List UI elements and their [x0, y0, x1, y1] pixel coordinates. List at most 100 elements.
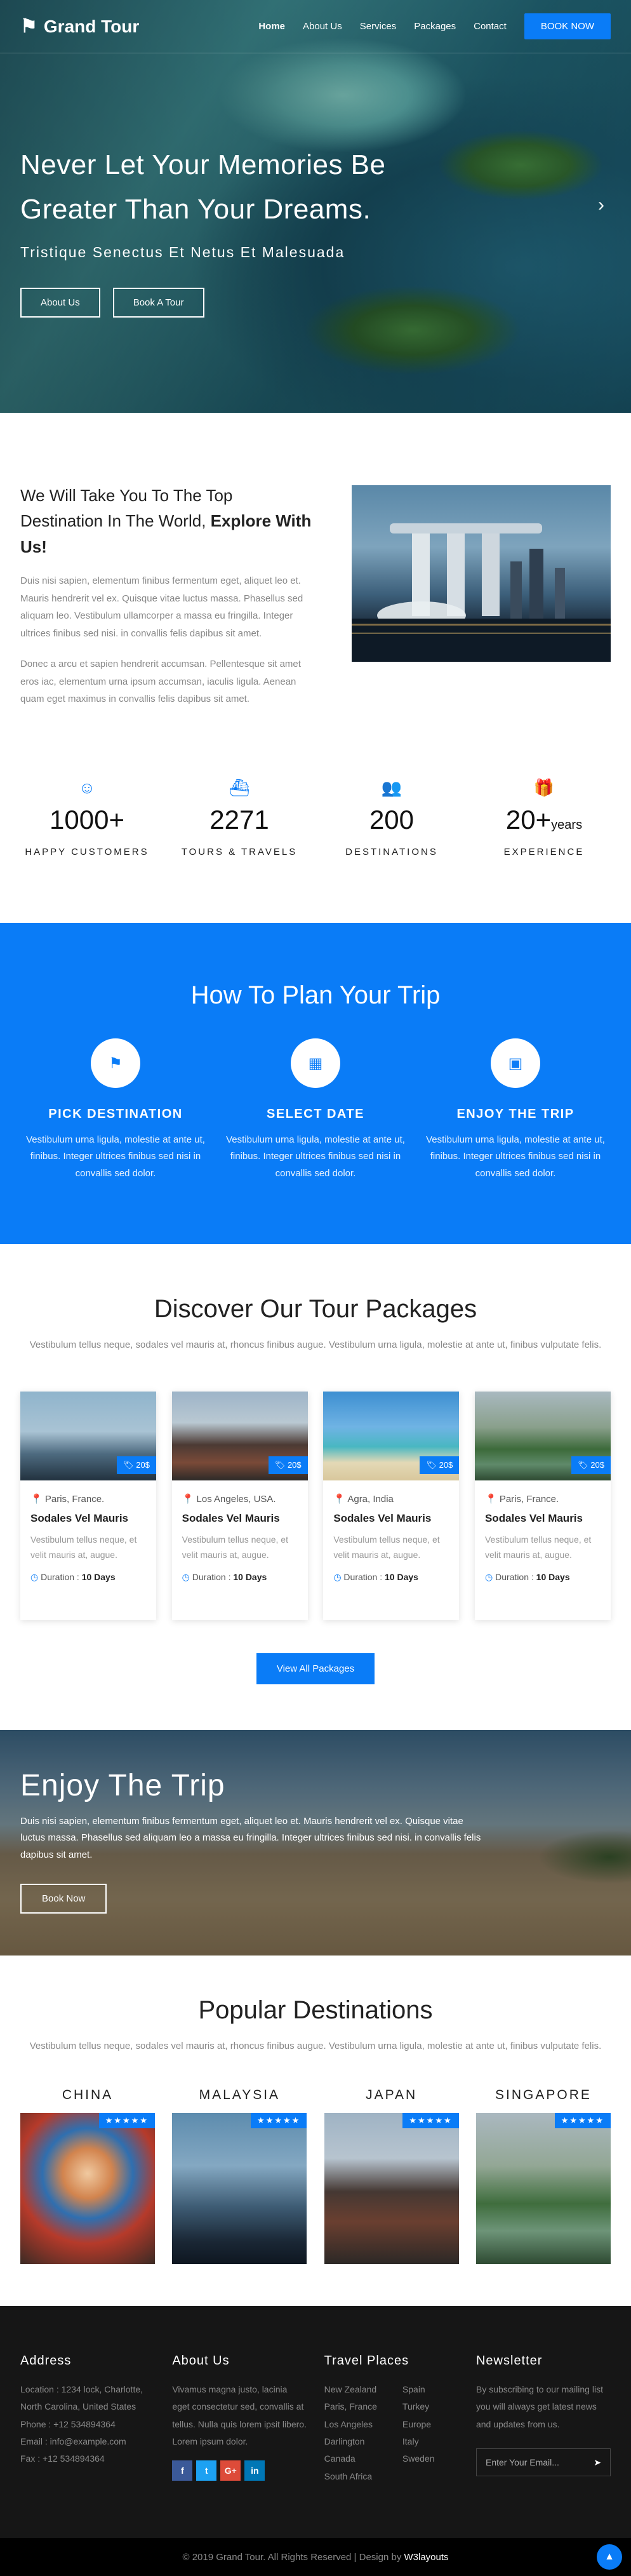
step-enjoy-trip: ▣ ENJOY THE TRIP Vestibulum urna ligula,…	[420, 1038, 611, 1182]
package-card[interactable]: 🏷 20$ 📍 Paris, France. Sodales Vel Mauri…	[20, 1392, 156, 1620]
view-all-packages-button[interactable]: View All Packages	[256, 1653, 375, 1685]
place-link[interactable]: South Africa	[324, 2468, 377, 2485]
place-link[interactable]: Turkey	[402, 2398, 435, 2415]
stat-value: 1000+	[20, 805, 154, 835]
place-link[interactable]: Darlington	[324, 2433, 377, 2450]
nav-link-about[interactable]: About Us	[303, 21, 342, 32]
nav-link-contact[interactable]: Contact	[474, 21, 507, 32]
send-icon[interactable]: ➤	[594, 2457, 601, 2468]
place-link[interactable]: Italy	[402, 2433, 435, 2450]
package-body: 📍 Los Angeles, USA. Sodales Vel Mauris V…	[172, 1480, 308, 1595]
price-value: 20$	[590, 1460, 604, 1470]
newsletter-email-input[interactable]: Enter Your Email... ➤	[475, 2448, 611, 2477]
nav-link-packages[interactable]: Packages	[414, 21, 456, 32]
footer-about-text: Vivamus magna justo, lacinia eget consec…	[172, 2384, 307, 2447]
stat-number: 2271	[209, 805, 269, 835]
ship-icon: ⛴	[229, 778, 250, 798]
package-duration: ◷ Duration : 10 Days	[333, 1572, 449, 1583]
hero-banner: ⚑ Grand Tour Home About Us Services Pack…	[0, 0, 631, 413]
package-card[interactable]: 🏷 20$ 📍 Los Angeles, USA. Sodales Vel Ma…	[171, 1392, 308, 1620]
step-title: ENJOY THE TRIP	[456, 1107, 575, 1122]
book-tour-button[interactable]: Book A Tour	[112, 287, 204, 318]
clock-icon: ◷	[484, 1571, 496, 1582]
calendar-icon: ▦	[291, 1038, 340, 1089]
stats-row: ☺ 1000+ HAPPY CUSTOMERS ⛴ 2271 TOURS & T…	[0, 708, 631, 857]
package-card[interactable]: 🏷 20$ 📍 Paris, France. Sodales Vel Mauri…	[474, 1392, 611, 1620]
destination-card[interactable]: MALAYSIA ★★★★★	[172, 2088, 307, 2265]
package-title[interactable]: Sodales Vel Mauris	[30, 1512, 146, 1525]
package-duration: ◷ Duration : 10 Days	[30, 1572, 146, 1583]
footer-heading: Travel Places	[324, 2354, 409, 2368]
tag-icon: 🏷	[274, 1460, 288, 1470]
packages-title: Discover Our Tour Packages	[154, 1295, 477, 1324]
package-title[interactable]: Sodales Vel Mauris	[182, 1512, 298, 1525]
price-value: 20$	[439, 1460, 453, 1470]
scroll-to-top-icon[interactable]: ▲	[597, 2544, 622, 2570]
package-card[interactable]: 🏷 20$ 📍 Agra, India Sodales Vel Mauris V…	[323, 1392, 460, 1620]
plan-title: How To Plan Your Trip	[190, 981, 441, 1010]
copyright-bar: © 2019 Grand Tour. All Rights Reserved |…	[0, 2538, 631, 2576]
package-title[interactable]: Sodales Vel Mauris	[485, 1512, 601, 1525]
fax-text: Fax : +12 534894364	[20, 2453, 105, 2464]
destination-card[interactable]: SINGAPORE ★★★★★	[475, 2088, 611, 2265]
enjoy-text: Duis nisi sapien, elementum finibus ferm…	[20, 1816, 481, 1860]
destination-name: JAPAN	[366, 2088, 418, 2103]
email-placeholder: Enter Your Email...	[485, 2457, 559, 2468]
footer-address: Address Location : 1234 lock, Charlotte,…	[20, 2354, 155, 2538]
designer-link[interactable]: W3layouts	[404, 2552, 449, 2563]
facebook-icon[interactable]: f	[172, 2460, 193, 2481]
brand-name: Grand Tour	[43, 16, 140, 36]
about-section: We Will Take You To The Top Destination …	[0, 413, 631, 708]
package-body: 📍 Paris, France. Sodales Vel Mauris Vest…	[475, 1480, 611, 1595]
destination-image: ★★★★★	[475, 2113, 611, 2265]
map-pin-icon: 📍	[30, 1494, 45, 1505]
google-plus-icon[interactable]: G+	[220, 2460, 241, 2481]
about-us-button[interactable]: About Us	[20, 287, 100, 318]
location-text: Los Angeles, USA.	[196, 1494, 276, 1505]
brand-logo[interactable]: ⚑ Grand Tour	[20, 15, 139, 37]
plan-trip-section: How To Plan Your Trip ⚑ PICK DESTINATION…	[0, 923, 631, 1245]
book-now-outline-button[interactable]: Book Now	[20, 1883, 107, 1914]
nav-link-services[interactable]: Services	[360, 21, 397, 32]
next-slide-arrow-icon[interactable]: ›	[598, 194, 604, 216]
twitter-icon[interactable]: t	[196, 2460, 217, 2481]
place-link[interactable]: Paris, France	[324, 2398, 377, 2415]
package-image: 🏷 20$	[474, 1392, 611, 1481]
book-now-button[interactable]: BOOK NOW	[524, 13, 611, 39]
linkedin-icon[interactable]: in	[244, 2460, 265, 2481]
packages-section: Discover Our Tour Packages Vestibulum te…	[0, 1244, 631, 1685]
users-icon: 👥	[381, 778, 402, 798]
place-link[interactable]: Spain	[402, 2381, 435, 2398]
price-badge: 🏷 20$	[117, 1456, 156, 1475]
package-title[interactable]: Sodales Vel Mauris	[333, 1512, 449, 1525]
package-location: 📍 Paris, France.	[485, 1493, 601, 1505]
address-text: Location : 1234 lock, Charlotte, North C…	[20, 2384, 143, 2412]
destination-card[interactable]: JAPAN ★★★★★	[324, 2088, 459, 2265]
clock-icon: ◷	[333, 1571, 344, 1582]
popular-title: Popular Destinations	[198, 1996, 433, 2025]
nav-link-home[interactable]: Home	[258, 21, 285, 32]
place-link[interactable]: Europe	[402, 2416, 435, 2433]
place-link[interactable]: Sweden	[402, 2450, 435, 2467]
package-duration: ◷ Duration : 10 Days	[485, 1572, 601, 1583]
enjoy-banner: Enjoy The Trip Duis nisi sapien, element…	[0, 1730, 631, 1956]
duration-label: Duration :	[343, 1571, 383, 1582]
destination-card[interactable]: CHINA ★★★★★	[20, 2088, 155, 2265]
destination-list: CHINA ★★★★★ MALAYSIA ★★★★★ JAPAN ★★★★★ S…	[20, 2088, 611, 2265]
stat-value: 2271	[173, 805, 306, 835]
tag-icon: 🏷	[426, 1460, 439, 1470]
about-heading-text: We Will Take You To The Top Destination …	[20, 486, 233, 531]
stat-happy-customers: ☺ 1000+ HAPPY CUSTOMERS	[20, 778, 154, 857]
email-text[interactable]: Email : info@example.com	[20, 2433, 155, 2450]
hero-title-line-2: Greater Than Your Dreams.	[20, 194, 371, 225]
top-nav: ⚑ Grand Tour Home About Us Services Pack…	[0, 0, 631, 53]
rating-stars: ★★★★★	[251, 2113, 307, 2129]
place-link[interactable]: Canada	[324, 2450, 377, 2467]
stat-destinations: 👥 200 DESTINATIONS	[325, 778, 458, 857]
place-link[interactable]: Los Angeles	[324, 2416, 377, 2433]
step-text: Vestibulum urna ligula, molestie at ante…	[26, 1134, 205, 1179]
package-text: Vestibulum tellus neque, et velit mauris…	[30, 1534, 137, 1560]
footer-travel-places: Travel Places New Zealand Paris, France …	[324, 2354, 459, 2538]
place-link[interactable]: New Zealand	[324, 2381, 377, 2398]
rating-stars: ★★★★★	[98, 2113, 155, 2129]
